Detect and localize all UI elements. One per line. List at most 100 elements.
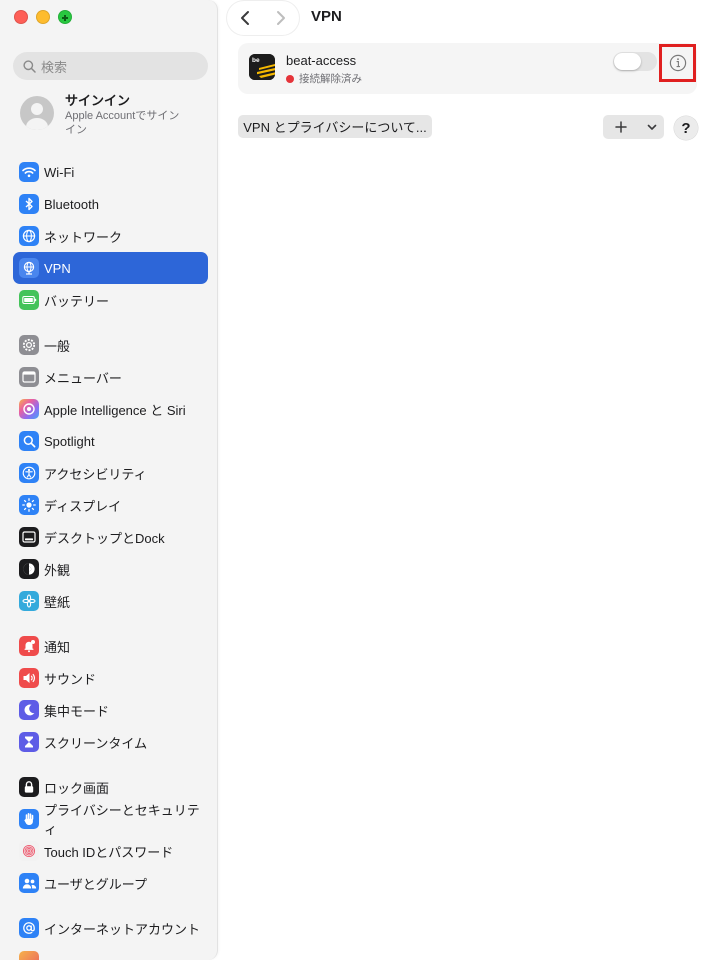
at-icon — [19, 918, 39, 938]
sidebar-item-label: バッテリー — [44, 293, 110, 309]
globe-icon — [19, 226, 39, 246]
navigation-buttons — [227, 1, 299, 35]
chevron-left-icon — [241, 11, 249, 25]
help-button[interactable]: ? — [674, 116, 698, 140]
sidebar-item-label: デスクトップとDock — [44, 530, 165, 546]
close-window-button[interactable] — [14, 10, 28, 24]
sidebar-item-menubar[interactable]: メニューバー — [13, 361, 208, 393]
sidebar-item-label: Spotlight — [44, 433, 95, 449]
sidebar-item-display[interactable]: ディスプレイ — [13, 489, 208, 521]
vpn-status-text: 接続解除済み — [299, 73, 362, 85]
about-vpn-privacy-button[interactable]: VPN とプライバシーについて... — [238, 115, 432, 138]
back-button[interactable] — [230, 3, 260, 33]
apple-intelligence-icon — [19, 399, 39, 419]
appearance-icon — [19, 559, 39, 579]
sidebar-item-bluetooth[interactable]: Bluetooth — [13, 188, 208, 220]
sidebar-item-label: アクセシビリティ — [44, 466, 147, 482]
sidebar-item-appearance[interactable]: 外観 — [13, 553, 208, 585]
account-title: サインイン — [65, 93, 131, 108]
sidebar-item-label: メニューバー — [44, 370, 122, 386]
sidebar-item-label: ユーザとグループ — [44, 876, 147, 892]
sidebar-item-sound[interactable]: サウンド — [13, 662, 208, 694]
dock-icon — [19, 527, 39, 547]
sidebar-item-wallpaper[interactable]: 壁紙 — [13, 585, 208, 617]
sidebar-item-label: ロック画面 — [44, 780, 110, 796]
sidebar-item-touch-id[interactable]: Touch IDとパスワード — [13, 835, 208, 867]
sidebar-item-desktop-dock[interactable]: デスクトップとDock — [13, 521, 208, 553]
sidebar-item-screen-time[interactable]: スクリーンタイム — [13, 726, 208, 758]
sidebar-item-vpn[interactable]: VPN — [13, 252, 208, 284]
sidebar-item-partial — [19, 951, 39, 960]
add-vpn-menu-button[interactable] — [603, 115, 664, 139]
sidebar-item-label: インターネットアカウント — [44, 921, 201, 937]
wifi-icon — [19, 162, 39, 182]
search-icon — [23, 59, 36, 73]
page-title: VPN — [311, 8, 342, 25]
bluetooth-icon — [19, 194, 39, 214]
vpn-name: beat-access — [286, 53, 357, 68]
forward-button[interactable] — [266, 3, 296, 33]
sound-icon — [19, 668, 39, 688]
avatar-icon — [20, 96, 54, 130]
account-subtitle-line2: イン — [65, 124, 87, 136]
vpn-info-button[interactable] — [659, 44, 696, 82]
chevron-right-icon — [277, 11, 285, 25]
status-dot-icon — [286, 74, 294, 83]
sidebar-item-label: VPN — [44, 260, 71, 276]
wallpaper-icon — [19, 591, 39, 611]
sidebar-item-network[interactable]: ネットワーク — [13, 220, 208, 252]
app-icon-text: be — [252, 57, 260, 64]
sidebar-item-label: ネットワーク — [44, 229, 123, 245]
sidebar-item-spotlight[interactable]: Spotlight — [13, 425, 208, 457]
sidebar-item-label: 集中モード — [44, 703, 110, 719]
search-placeholder: 検索 — [41, 59, 68, 75]
fingerprint-icon — [19, 841, 39, 861]
sidebar-item-wifi[interactable]: Wi-Fi — [13, 156, 208, 188]
users-icon — [19, 873, 39, 893]
sidebar-item-label: Apple Intelligence と Siri — [44, 402, 186, 418]
accessibility-icon — [19, 463, 39, 483]
sidebar-item-label: 一般 — [44, 338, 71, 354]
vpn-configuration-row: be beat-access 接続解除済み — [238, 43, 697, 94]
sidebar-item-lock-screen[interactable]: ロック画面 — [13, 771, 208, 803]
sidebar-item-accessibility[interactable]: アクセシビリティ — [13, 457, 208, 489]
sidebar-item-battery[interactable]: バッテリー — [13, 284, 208, 316]
window-controls — [14, 10, 72, 24]
chevron-down-icon — [639, 124, 664, 131]
battery-icon — [19, 290, 39, 310]
sidebar-item-label: スクリーンタイム — [44, 735, 148, 751]
notifications-icon — [19, 636, 39, 656]
sidebar-item-label: 外観 — [44, 562, 71, 578]
lock-icon — [19, 777, 39, 797]
sidebar-item-users-groups[interactable]: ユーザとグループ — [13, 867, 208, 899]
info-icon — [669, 54, 686, 72]
zoom-window-button[interactable] — [58, 10, 72, 24]
gear-icon — [19, 335, 39, 355]
sidebar-item-label: Wi-Fi — [44, 164, 75, 180]
sidebar-item-notifications[interactable]: 通知 — [13, 630, 208, 662]
sidebar-item-label: 壁紙 — [44, 594, 71, 610]
menubar-icon — [19, 367, 39, 387]
hourglass-icon — [19, 732, 39, 752]
sidebar-item-privacy-security[interactable]: プライバシーとセキュリティ — [13, 803, 208, 837]
sidebar-item-label: Touch IDとパスワード — [44, 844, 174, 860]
vpn-connect-toggle[interactable] — [613, 52, 657, 71]
sidebar-item-label: 通知 — [44, 639, 71, 655]
minimize-window-button[interactable] — [36, 10, 50, 24]
sidebar-item-label: プライバシーとセキュリティ — [44, 803, 200, 837]
account-signin[interactable]: サインイン Apple Accountでサイン イン — [20, 93, 210, 137]
sidebar-item-general[interactable]: 一般 — [13, 329, 208, 361]
sidebar: 検索 サインイン Apple Accountでサイン イン Wi-Fi Blue… — [0, 0, 218, 960]
focus-moon-icon — [19, 700, 39, 720]
hand-icon — [19, 809, 39, 829]
sidebar-item-label: Bluetooth — [44, 196, 99, 212]
sidebar-item-focus[interactable]: 集中モード — [13, 694, 208, 726]
sidebar-item-internet-accounts[interactable]: インターネットアカウント — [13, 912, 208, 944]
beat-access-app-icon: be — [249, 54, 275, 80]
sidebar-item-label: サウンド — [44, 671, 97, 687]
search-input[interactable]: 検索 — [13, 52, 208, 80]
sidebar-item-label: ディスプレイ — [44, 498, 122, 514]
plus-icon — [603, 121, 639, 133]
sidebar-item-apple-intelligence[interactable]: Apple Intelligence と Siri — [13, 393, 208, 425]
vpn-globe-icon — [19, 258, 39, 278]
